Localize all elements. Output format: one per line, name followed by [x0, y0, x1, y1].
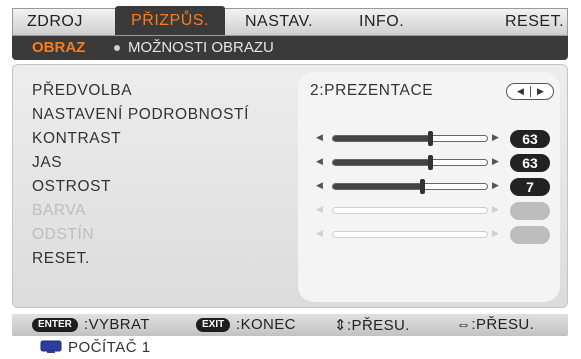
- exit-key-badge: EXIT: [196, 318, 231, 332]
- left-arrow-icon: ◀: [316, 204, 323, 214]
- predvolba-left-right-button[interactable]: ◀ ▶: [506, 83, 554, 100]
- predvolba-value: 2:PREZENTACE: [310, 82, 434, 99]
- slider-track: [332, 183, 488, 190]
- enter-help-label: :VYBRAT: [84, 316, 150, 333]
- odstin-label: ODSTÍN: [32, 226, 95, 243]
- tab-zdroj[interactable]: ZDROJ: [27, 9, 83, 35]
- right-arrow-icon: ▶: [492, 180, 499, 190]
- predvolba-label[interactable]: PŘEDVOLBA: [32, 82, 132, 100]
- right-arrow-icon: ▶: [492, 132, 499, 142]
- ostrost-label[interactable]: OSTROST: [32, 178, 111, 196]
- ostrost-slider[interactable]: ◀ ▶ 7: [316, 178, 566, 196]
- barva-slider: ◀ ▶: [316, 202, 566, 220]
- right-arrow-icon: ▶: [492, 204, 499, 214]
- right-arrow-icon: ▶: [492, 156, 499, 166]
- slider-track: [332, 207, 488, 214]
- slider-knob[interactable]: [420, 179, 426, 194]
- slider-track: [332, 231, 488, 238]
- barva-value: [510, 202, 550, 220]
- breadcrumb-other[interactable]: MOŽNOSTI OBRAZU: [128, 36, 274, 60]
- right-arrow-icon: ▶: [492, 228, 499, 238]
- kontrast-slider[interactable]: ◀ ▶ 63: [316, 130, 566, 148]
- slider-track: [332, 159, 488, 166]
- source-footer: POČÍTAČ 1: [0, 336, 581, 359]
- reset-label[interactable]: RESET.: [32, 250, 90, 268]
- projector-osd-menu: ZDROJ PŘIZPŮS. NASTAV. INFO. RESET. OBRA…: [0, 0, 581, 359]
- left-arrow-icon: ◀: [316, 156, 323, 166]
- leftright-help-label: ⇔:PŘESU.: [456, 316, 535, 333]
- nastaveni-podrobnosti-label[interactable]: NASTAVENÍ PODROBNOSTÍ: [32, 106, 249, 124]
- odstin-slider: ◀ ▶: [316, 226, 566, 244]
- divider: [530, 86, 531, 97]
- breadcrumb: OBRAZ MOŽNOSTI OBRAZU: [12, 36, 568, 60]
- jas-slider[interactable]: ◀ ▶ 63: [316, 154, 566, 172]
- tab-prizpus[interactable]: PŘIZPŮS.: [115, 6, 225, 35]
- slider-knob[interactable]: [428, 155, 434, 170]
- jas-value: 63: [510, 154, 550, 172]
- tab-reset[interactable]: RESET.: [505, 9, 564, 35]
- ostrost-value: 7: [510, 178, 550, 196]
- right-arrow-icon: ▶: [537, 86, 544, 96]
- left-arrow-icon: ◀: [316, 132, 323, 142]
- kontrast-label[interactable]: KONTRAST: [32, 130, 121, 148]
- updown-help-label: ⇕:PŘESU.: [334, 317, 410, 334]
- barva-label: BARVA: [32, 202, 87, 219]
- left-arrow-icon: ◀: [316, 228, 323, 238]
- monitor-icon: [40, 340, 62, 353]
- slider-track: [332, 135, 488, 142]
- jas-label[interactable]: JAS: [32, 154, 62, 172]
- help-bar: ENTER :VYBRAT EXIT :KONEC ⇕:PŘESU. ⇔:PŘE…: [12, 314, 568, 336]
- left-arrow-icon: ◀: [517, 86, 524, 96]
- left-arrow-icon: ◀: [316, 180, 323, 190]
- breadcrumb-separator-dot: [114, 45, 120, 51]
- exit-help-label: :KONEC: [236, 316, 296, 333]
- tab-bar: ZDROJ PŘIZPŮS. NASTAV. INFO. RESET.: [12, 6, 568, 36]
- kontrast-value: 63: [510, 130, 550, 148]
- breadcrumb-active[interactable]: OBRAZ: [32, 36, 85, 60]
- tab-info[interactable]: INFO.: [359, 9, 404, 35]
- source-label: POČÍTAČ 1: [68, 339, 151, 356]
- odstin-value: [510, 226, 550, 244]
- enter-key-badge: ENTER: [32, 318, 78, 332]
- slider-knob[interactable]: [428, 131, 434, 146]
- tab-nastav[interactable]: NASTAV.: [245, 9, 313, 35]
